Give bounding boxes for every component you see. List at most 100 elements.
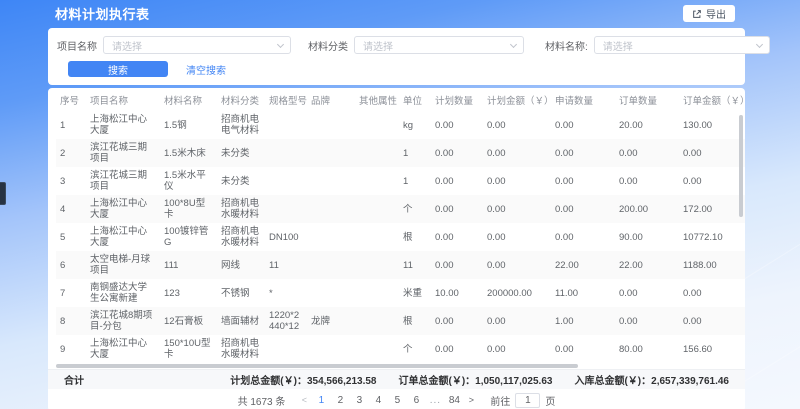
table-cell: kg (399, 111, 431, 139)
table-cell: 1.00 (551, 307, 615, 335)
table-cell: 未分类 (217, 167, 265, 195)
table-cell (355, 279, 399, 307)
table-cell: 米重 (399, 279, 431, 307)
chevron-down-icon (756, 41, 763, 48)
material-category-select[interactable]: 请选择 (354, 36, 524, 54)
project-name-select[interactable]: 请选择 (103, 36, 291, 54)
table-cell: 1188.00 (679, 251, 745, 279)
table-header-row: 序号项目名称材料名称材料分类规格型号品牌其他属性单位计划数量计划金额（￥）申请数… (56, 88, 745, 111)
table-cell: 根 (399, 307, 431, 335)
order-total-amount: 订单总金额(￥)：1,050,117,025.63 (398, 372, 552, 387)
table-cell (307, 139, 355, 167)
table-cell: 0.00 (615, 139, 679, 167)
table-cell (307, 111, 355, 139)
filter-project-name: 项目名称 请选择 (57, 36, 291, 54)
table-cell: 滨江花城三期项目 (86, 139, 160, 167)
table-cell: 未分类 (217, 139, 265, 167)
page-button[interactable]: 1 (315, 395, 327, 406)
table-cell: 个 (399, 195, 431, 223)
table-cell: 5 (56, 223, 86, 251)
table-cell: 上海松江中心大厦 (86, 195, 160, 223)
search-button[interactable]: 搜索 (68, 61, 168, 77)
table-cell (307, 279, 355, 307)
table-cell: 0.00 (615, 279, 679, 307)
results-table: 序号项目名称材料名称材料分类规格型号品牌其他属性单位计划数量计划金额（￥）申请数… (56, 88, 745, 363)
table-cell: * (265, 279, 307, 307)
table-cell (355, 335, 399, 363)
page-ellipsis[interactable]: ... (429, 395, 441, 406)
table-cell: 2 (56, 139, 86, 167)
material-name-select[interactable]: 请选择 (594, 36, 770, 54)
page-button[interactable]: 6 (410, 395, 422, 406)
table-cell: 龙牌 (307, 307, 355, 335)
next-page-button[interactable]: > (464, 395, 478, 405)
column-header: 序号 (56, 88, 86, 111)
main-content: 项目名称 请选择 材料分类 请选择 材料名称: 请选择 (48, 28, 745, 409)
column-header: 材料分类 (217, 88, 265, 111)
horizontal-scrollbar[interactable] (56, 364, 578, 368)
column-header: 计划数量 (431, 88, 483, 111)
table-cell: 150*10U型卡 (160, 335, 217, 363)
page-button[interactable]: 2 (334, 395, 346, 406)
table-cell: 上海松江中心大厦 (86, 111, 160, 139)
page-list: 123456... 84 (315, 395, 460, 406)
table-row: 3滨江花城三期项目1.5米水平仪未分类10.000.000.000.000.00 (56, 167, 745, 195)
table-cell: 8 (56, 307, 86, 335)
table-cell: 100*8U型卡 (160, 195, 217, 223)
table-cell: 172.00 (679, 195, 745, 223)
table-cell (307, 195, 355, 223)
top-bar: 材料计划执行表 导出 (0, 0, 800, 27)
table-cell (355, 251, 399, 279)
chevron-down-icon (277, 41, 284, 48)
page-unit-label: 页 (545, 393, 555, 408)
table-cell: 10772.10 (679, 223, 745, 251)
export-button-label: 导出 (706, 6, 726, 21)
table-cell: 招商机电 水暖材料 (217, 335, 265, 363)
table-cell: 招商机电 水暖材料 (217, 195, 265, 223)
table-cell: 1 (399, 167, 431, 195)
table-cell: 200.00 (615, 195, 679, 223)
export-button[interactable]: 导出 (683, 5, 735, 22)
clear-search-link[interactable]: 清空搜索 (186, 62, 226, 77)
table-cell: 0.00 (551, 111, 615, 139)
prev-page-button[interactable]: < (297, 395, 311, 405)
table-cell (307, 223, 355, 251)
column-header: 材料名称 (160, 88, 217, 111)
table-cell: 0.00 (431, 167, 483, 195)
table-cell: 0.00 (551, 223, 615, 251)
table-cell: 10.00 (431, 279, 483, 307)
select-placeholder: 请选择 (603, 38, 633, 53)
goto-label: 前往 (490, 393, 510, 408)
table-cell (265, 111, 307, 139)
table-cell: 0.00 (431, 223, 483, 251)
table-cell: 根 (399, 223, 431, 251)
table-cell: 111 (160, 251, 217, 279)
filter-label: 材料分类 (308, 38, 348, 53)
summary-row: 合计 计划总金额(￥)：354,566,213.58 订单总金额(￥)：1,05… (48, 369, 745, 389)
table-cell: 0.00 (483, 195, 551, 223)
table-cell: 0.00 (483, 167, 551, 195)
page-button[interactable]: 4 (372, 395, 384, 406)
sidebar-collapsed-handle[interactable] (0, 182, 6, 205)
table-cell: 200000.00 (483, 279, 551, 307)
table-cell: 招商机电 电气材料 (217, 111, 265, 139)
table-cell: 80.00 (615, 335, 679, 363)
table-cell (265, 335, 307, 363)
page-button[interactable]: 84 (448, 395, 460, 406)
goto-page-input[interactable] (515, 393, 540, 408)
table-cell: 网线 (217, 251, 265, 279)
table-cell (307, 335, 355, 363)
table-cell: 0.00 (431, 251, 483, 279)
page-button[interactable]: 3 (353, 395, 365, 406)
table-cell: 11 (265, 251, 307, 279)
page-button[interactable]: 5 (391, 395, 403, 406)
column-header: 订单金额（￥） (679, 88, 745, 111)
table-cell: 不锈钢 (217, 279, 265, 307)
table-cell: 0.00 (483, 307, 551, 335)
table-cell: 0.00 (551, 167, 615, 195)
table-cell (355, 139, 399, 167)
inbound-total-amount: 入库总金额(￥)：2,657,339,761.46 (574, 372, 729, 387)
vertical-scrollbar[interactable] (739, 115, 743, 217)
table-cell: 6 (56, 251, 86, 279)
pagination: 共 1673 条 < 123456...84 > 前往 页 (48, 389, 745, 409)
